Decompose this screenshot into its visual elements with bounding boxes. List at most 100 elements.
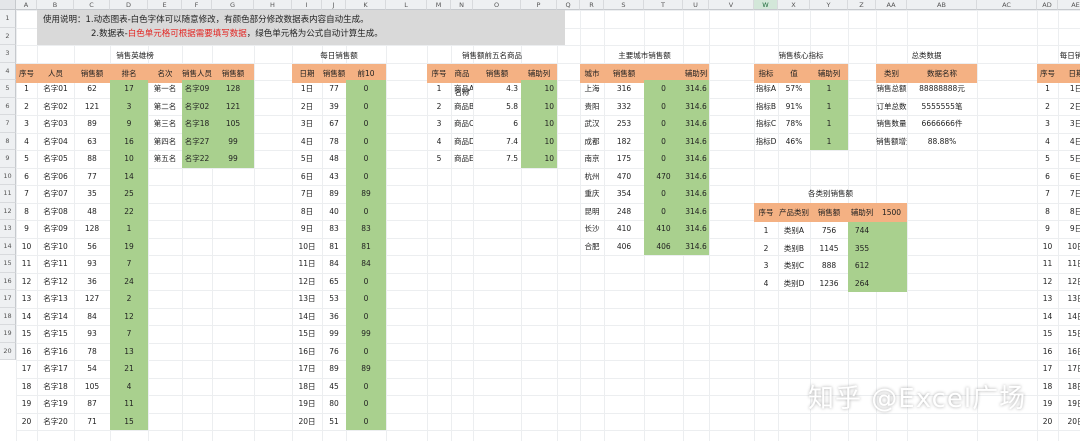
table-cell[interactable]: 470 (644, 167, 683, 185)
table-cell[interactable]: 11 (16, 255, 37, 273)
column-header[interactable]: S (604, 0, 644, 10)
table-cell[interactable]: 355 (848, 239, 876, 257)
column-header[interactable]: A (16, 0, 37, 10)
table-cell[interactable]: 订单总数 (876, 98, 907, 116)
table-cell[interactable]: 名字02 (37, 98, 74, 116)
table-cell[interactable]: 16日 (1058, 343, 1080, 361)
table-cell[interactable]: 4日 (292, 133, 322, 151)
table-cell[interactable]: 3 (110, 97, 148, 115)
table-cell[interactable]: 175 (604, 150, 644, 168)
table-cell[interactable]: 83 (346, 220, 386, 238)
table-cell[interactable]: 43 (322, 168, 346, 186)
column-header[interactable]: W (754, 0, 778, 10)
table-cell[interactable]: 10日 (1058, 238, 1080, 256)
table-cell[interactable]: 20日 (1058, 413, 1080, 431)
table-cell[interactable]: 4 (754, 275, 778, 293)
table-cell[interactable]: 1 (754, 222, 778, 240)
table-cell[interactable]: 17 (1037, 360, 1058, 378)
table-cell[interactable]: 销售总额 (876, 80, 907, 98)
table-cell[interactable]: 4 (427, 133, 451, 151)
table-cell[interactable]: 12 (1037, 273, 1058, 291)
table-cell[interactable]: 314.6 (683, 80, 709, 98)
table-cell[interactable]: 名字16 (37, 343, 74, 361)
table-cell[interactable]: 15 (110, 412, 148, 430)
table-cell[interactable]: 10日 (292, 238, 322, 256)
table-cell[interactable]: 名字11 (37, 255, 74, 273)
table-cell[interactable]: 8日 (292, 203, 322, 221)
table-cell[interactable]: 1 (110, 220, 148, 238)
table-cell[interactable]: 0 (346, 342, 386, 360)
table-cell[interactable]: 类别B (778, 240, 810, 258)
table-cell[interactable]: 名字07 (37, 185, 74, 203)
row-header[interactable]: 5 (0, 80, 16, 98)
table-cell[interactable]: 89 (322, 185, 346, 203)
column-header[interactable]: X (778, 0, 810, 10)
table-cell[interactable]: 14日 (292, 308, 322, 326)
table-cell[interactable]: 612 (848, 257, 876, 275)
table-cell[interactable]: 99 (346, 325, 386, 343)
table-cell[interactable]: 314.6 (683, 220, 709, 238)
column-header[interactable]: Y (810, 0, 848, 10)
table-cell[interactable]: 0 (644, 115, 683, 133)
table-cell[interactable]: 杭州 (580, 168, 604, 186)
row-header[interactable]: 14 (0, 237, 16, 255)
column-header[interactable]: P (521, 0, 557, 10)
table-cell[interactable]: 11 (110, 395, 148, 413)
top5-cell[interactable]: 名字18 (182, 115, 212, 133)
table-cell[interactable]: 0 (346, 80, 386, 98)
table-cell[interactable]: 16 (1037, 343, 1058, 361)
top5-cell[interactable]: 第二名 (148, 98, 182, 116)
table-cell[interactable]: 3 (1037, 115, 1058, 133)
table-cell[interactable]: 4 (110, 377, 148, 395)
table-cell[interactable]: 20 (16, 413, 37, 431)
table-cell[interactable]: 名字08 (37, 203, 74, 221)
table-cell[interactable]: 18日 (292, 378, 322, 396)
table-cell[interactable]: 78% (778, 115, 810, 133)
table-cell[interactable]: 1日 (292, 80, 322, 98)
table-cell[interactable]: 10 (521, 132, 557, 150)
table-cell[interactable]: 332 (604, 98, 644, 116)
table-cell[interactable]: 18 (1037, 378, 1058, 396)
table-cell[interactable]: 19 (1037, 395, 1058, 413)
table-cell[interactable]: 0 (346, 115, 386, 133)
table-cell[interactable]: 1145 (810, 240, 848, 258)
table-cell[interactable]: 名字10 (37, 238, 74, 256)
table-cell[interactable]: 6 (473, 115, 521, 133)
table-cell[interactable]: 9 (110, 115, 148, 133)
table-cell[interactable]: 名字19 (37, 395, 74, 413)
table-cell[interactable]: 15 (1037, 325, 1058, 343)
table-cell[interactable]: 128 (74, 220, 110, 238)
table-cell[interactable]: 48 (74, 203, 110, 221)
table-cell[interactable]: 5 (1037, 150, 1058, 168)
table-cell[interactable]: 1 (810, 115, 848, 133)
table-cell[interactable]: 406 (644, 237, 683, 255)
table-cell[interactable]: 类别C (778, 257, 810, 275)
table-cell[interactable]: 10 (521, 150, 557, 168)
column-header[interactable]: D (110, 0, 148, 10)
table-cell[interactable]: 10 (521, 115, 557, 133)
table-cell[interactable]: 销售额增速 (876, 133, 907, 151)
table-cell[interactable]: 0 (346, 377, 386, 395)
table-cell[interactable]: 0 (346, 290, 386, 308)
table-cell[interactable]: 3 (754, 257, 778, 275)
table-cell[interactable]: 6666666件 (907, 115, 977, 133)
column-header[interactable]: V (709, 0, 754, 10)
table-cell[interactable]: 10 (1037, 238, 1058, 256)
table-cell[interactable]: 253 (604, 115, 644, 133)
table-cell[interactable]: 南京 (580, 150, 604, 168)
table-cell[interactable]: 51 (322, 413, 346, 431)
table-cell[interactable]: 53 (322, 290, 346, 308)
instruction-note[interactable]: 使用说明：1.动态图表-白色字体可以随意修改，有颜色部分修改数据表内容自动生成。… (37, 10, 565, 45)
table-cell[interactable]: 14 (1037, 308, 1058, 326)
table-cell[interactable]: 19日 (292, 395, 322, 413)
table-cell[interactable]: 商品B (451, 98, 473, 116)
column-header[interactable]: Z (848, 0, 876, 10)
top5-cell[interactable]: 名字09 (182, 80, 212, 98)
table-cell[interactable]: 89 (346, 360, 386, 378)
column-header[interactable]: T (644, 0, 683, 10)
table-cell[interactable]: 54 (74, 360, 110, 378)
table-cell[interactable]: 13 (110, 342, 148, 360)
table-cell[interactable]: 4.3 (473, 80, 521, 98)
top5-cell[interactable]: 105 (212, 115, 254, 133)
table-cell[interactable]: 314.6 (683, 167, 709, 185)
